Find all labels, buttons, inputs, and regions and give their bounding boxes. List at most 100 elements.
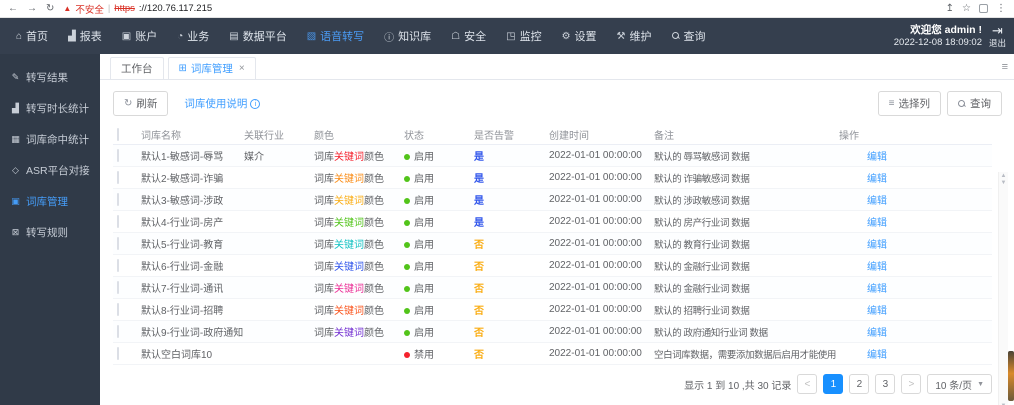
column-header: 是否告警 <box>474 131 514 142</box>
created-time-cell: 2022-01-01 00:00:00 <box>549 282 642 293</box>
columns-icon: ≡ <box>888 98 895 109</box>
nav-item-维护[interactable]: ⚒ 维护 <box>607 28 662 44</box>
action-cell: 编辑 <box>839 214 992 229</box>
status-label: 启用 <box>414 240 434 251</box>
row-checkbox[interactable] <box>117 303 119 316</box>
profile-icon[interactable] <box>979 4 988 13</box>
action-cell: 编辑 <box>839 346 992 361</box>
checkbox-cell <box>113 237 141 250</box>
nav-item-知识库[interactable]: ⓘ 知识库 <box>374 28 441 44</box>
nav-item-label: 设置 <box>574 31 597 43</box>
nav-item-语音转写[interactable]: ▧ 语音转写 <box>297 28 374 44</box>
bookmark-star-icon[interactable]: ☆ <box>962 3 971 14</box>
row-checkbox[interactable] <box>117 237 119 250</box>
page-button-3[interactable]: 3 <box>875 374 896 394</box>
nav-item-账户[interactable]: ▣ 账户 <box>112 28 167 44</box>
sidebar-item-转写结果[interactable]: ✎ 转写结果 <box>0 62 100 93</box>
lexicon-table: 词库名称 关联行业 颜色 状态 是否告警 创建时间 备注 操作 默认1-敏感词-辱骂 媒介 词库关… <box>113 125 992 365</box>
column-header: 关联行业 <box>244 131 284 142</box>
row-checkbox[interactable] <box>117 171 119 184</box>
lexicon-help-link[interactable]: 词库使用说明 i <box>184 96 261 111</box>
address-bar[interactable]: ▲ 不安全 | https ://120.76.117.215 <box>63 2 936 16</box>
nav-item-业务[interactable]: ◔ 业务 <box>167 28 219 44</box>
edit-link[interactable]: 编辑 <box>839 218 887 229</box>
nav-item-监控[interactable]: ◳ 监控 <box>496 28 551 44</box>
nav-item-数据平台[interactable]: ▤ 数据平台 <box>219 28 296 44</box>
created-time-cell: 2022-01-01 00:00:00 <box>549 326 642 337</box>
column-header: 词库名称 <box>141 131 181 142</box>
table-scrollbar[interactable]: ▲▼ ▼ <box>998 172 1008 405</box>
browser-scrollbar-thumb[interactable] <box>1008 351 1014 401</box>
security-warning-icon: ▲ <box>63 4 72 13</box>
scroll-down-small-icon[interactable]: ▼ <box>1001 180 1007 187</box>
color-keyword: 关键词 <box>334 328 364 339</box>
column-header: 创建时间 <box>549 131 589 142</box>
next-page-button[interactable]: > <box>901 374 922 394</box>
edit-link[interactable]: 编辑 <box>839 262 887 273</box>
browser-forward-icon[interactable]: → <box>27 3 37 14</box>
tab-词库管理[interactable]: ⊞ 词库管理 × <box>167 57 256 79</box>
edit-link[interactable]: 编辑 <box>839 350 887 361</box>
search-button[interactable]: 查询 <box>947 91 1002 116</box>
tab-options-icon[interactable]: ≡ <box>1002 61 1008 73</box>
row-checkbox[interactable] <box>117 259 119 272</box>
edit-link[interactable]: 编辑 <box>839 152 887 163</box>
remark-cell: 默认的 教育行业词 数据 <box>654 239 750 251</box>
share-icon[interactable]: ↥ <box>946 3 954 14</box>
page-size-select[interactable]: 10 条/页 ▼ <box>927 374 992 394</box>
created-time-cell: 2022-01-01 00:00:00 <box>549 172 642 183</box>
nav-item-安全[interactable]: ☖ 安全 <box>441 28 496 44</box>
status-label: 启用 <box>414 306 434 317</box>
browser-menu-kebab-icon[interactable]: ⋮ <box>996 3 1006 14</box>
action-cell: 编辑 <box>839 170 992 185</box>
edit-link[interactable]: 编辑 <box>839 240 887 251</box>
color-prefix: 词库 <box>314 284 334 295</box>
sidebar-item-转写规则[interactable]: ⊠ 转写规则 <box>0 217 100 248</box>
browser-back-icon[interactable]: ← <box>8 3 18 14</box>
logout-button[interactable]: ⇥ 退出 <box>989 24 1006 49</box>
lexicon-name-cell: 默认8-行业词-招聘 <box>141 306 224 317</box>
select-columns-button[interactable]: ≡ 选择列 <box>877 91 941 116</box>
tab-工作台[interactable]: 工作台 <box>110 57 164 79</box>
tab-bar: 工作台 ⊞ 词库管理 × ≡ <box>100 54 1014 80</box>
sidebar-item-词库管理[interactable]: ▣ 词库管理 <box>0 186 100 217</box>
business-icon: ◔ <box>177 30 184 42</box>
row-checkbox[interactable] <box>117 347 119 360</box>
color-prefix: 词库 <box>314 152 334 163</box>
nav-item-报表[interactable]: ▟ 报表 <box>58 28 112 44</box>
nav-item-设置[interactable]: ⚙ 设置 <box>552 28 607 44</box>
nav-item-label: 安全 <box>464 31 487 43</box>
sidebar-item-ASR平台对接[interactable]: ◇ ASR平台对接 <box>0 155 100 186</box>
refresh-button[interactable]: ↻ 刷新 <box>113 91 169 116</box>
table-header-row: 词库名称 关联行业 颜色 状态 是否告警 创建时间 备注 操作 <box>113 125 992 145</box>
page-button-2[interactable]: 2 <box>849 374 870 394</box>
checkbox-cell <box>113 149 141 162</box>
nav-item-查询[interactable]: 查询 <box>662 28 716 44</box>
grid-icon: ⊞ <box>178 63 187 74</box>
row-checkbox[interactable] <box>117 325 119 338</box>
nav-item-label: 监控 <box>519 31 542 43</box>
edit-link[interactable]: 编辑 <box>839 328 887 339</box>
color-suffix: 颜色 <box>364 240 384 251</box>
edit-link[interactable]: 编辑 <box>839 196 887 207</box>
row-checkbox[interactable] <box>117 281 119 294</box>
color-suffix: 颜色 <box>364 262 384 273</box>
sidebar-item-词库命中统计[interactable]: ▦ 词库命中统计 <box>0 124 100 155</box>
page-button-1[interactable]: 1 <box>823 374 844 394</box>
scroll-up-icon[interactable]: ▲ <box>1001 173 1007 180</box>
edit-link[interactable]: 编辑 <box>839 174 887 185</box>
row-checkbox[interactable] <box>117 215 119 228</box>
select-all-checkbox[interactable] <box>117 128 119 141</box>
color-keyword: 关键词 <box>334 196 364 207</box>
edit-link[interactable]: 编辑 <box>839 284 887 295</box>
browser-reload-icon[interactable]: ↻ <box>46 3 54 14</box>
row-checkbox[interactable] <box>117 149 119 162</box>
sidebar-item-转写时长统计[interactable]: ▟ 转写时长统计 <box>0 93 100 124</box>
close-icon[interactable]: × <box>239 63 245 74</box>
edit-link[interactable]: 编辑 <box>839 306 887 317</box>
nav-item-首页[interactable]: ⌂ 首页 <box>6 28 58 44</box>
alert-cell: 否 <box>474 262 484 273</box>
row-checkbox[interactable] <box>117 193 119 206</box>
status-label: 启用 <box>414 218 434 229</box>
prev-page-button[interactable]: < <box>797 374 818 394</box>
